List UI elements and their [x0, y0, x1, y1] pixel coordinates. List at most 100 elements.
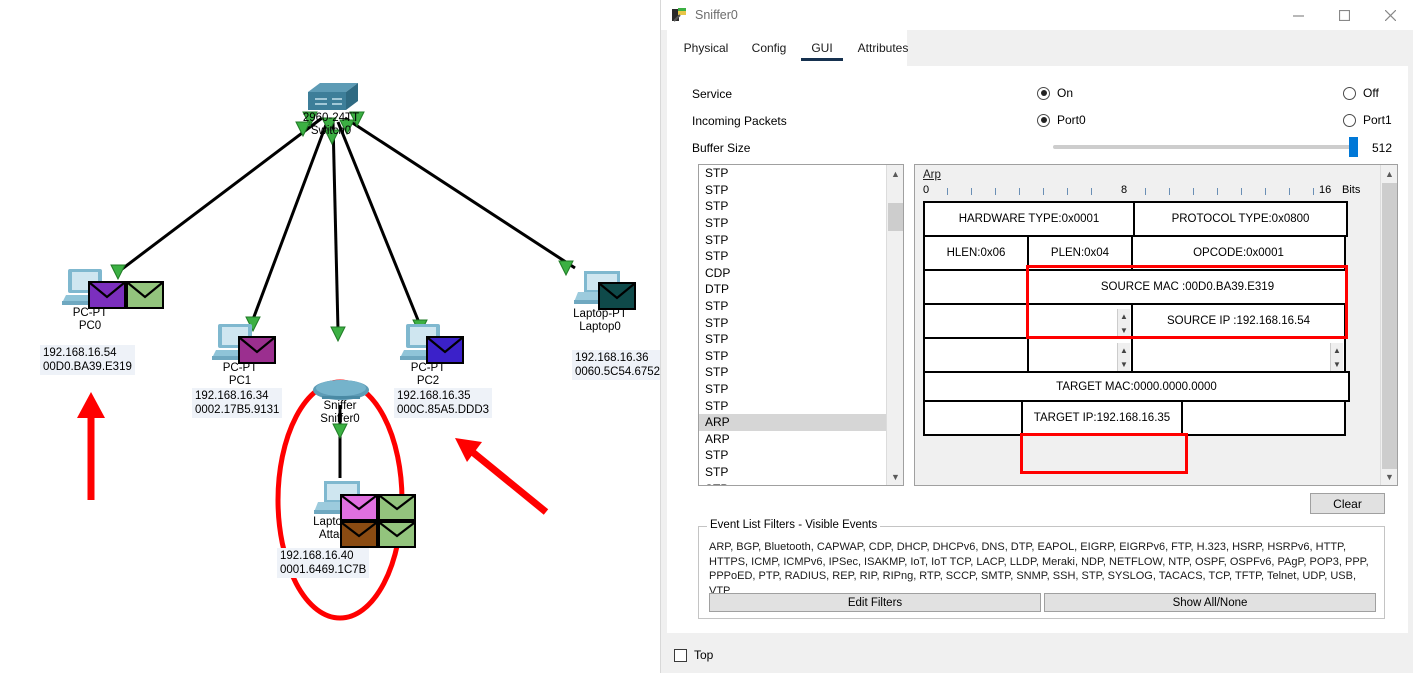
- device-attacker[interactable]: Laptop-PT Attacker: [312, 478, 416, 548]
- arp-cell-blank: ▲ ▼: [1131, 337, 1346, 373]
- device-type-label: PC-PT: [410, 362, 446, 374]
- device-type-label: PC-PT: [222, 362, 258, 374]
- packet-list-item[interactable]: STP: [699, 165, 903, 182]
- packet-list-item[interactable]: STP: [699, 480, 903, 485]
- port1-radio[interactable]: Port1: [1343, 113, 1392, 127]
- window-controls: [1275, 0, 1413, 30]
- arp-cell-protocol-type: PROTOCOL TYPE:0x0800: [1133, 201, 1348, 237]
- device-switch0[interactable]: 2960-24TT Switch0: [302, 80, 360, 137]
- tab-config[interactable]: Config: [741, 30, 797, 66]
- device-label-sniffer0: Sniffer Sniffer0: [320, 400, 359, 426]
- slider-thumb[interactable]: [1349, 137, 1358, 157]
- packet-list-item[interactable]: STP: [699, 464, 903, 481]
- annotation-arrow-pc0: [77, 392, 105, 500]
- packet-list-item[interactable]: DTP: [699, 281, 903, 298]
- packet-list-scrollbar[interactable]: ▲ ▼: [886, 165, 903, 485]
- maximize-button[interactable]: [1321, 0, 1367, 30]
- scrollbar-thumb[interactable]: [1382, 183, 1397, 469]
- packet-list-item[interactable]: CDP: [699, 265, 903, 282]
- port0-radio[interactable]: Port0: [1037, 113, 1086, 127]
- packet-list-item[interactable]: STP: [699, 381, 903, 398]
- gui-panel: Service On Off Incoming Packets Port0 Po…: [667, 66, 1408, 633]
- arp-cell-blank: [923, 269, 1029, 305]
- clear-button[interactable]: Clear: [1310, 493, 1385, 514]
- edit-filters-button[interactable]: Edit Filters: [709, 593, 1041, 612]
- device-name-label: PC0: [78, 320, 102, 332]
- spinner-control[interactable]: ▲ ▼: [1117, 309, 1130, 337]
- ruler-tick-16: 16: [1319, 184, 1332, 196]
- spinner-up-icon[interactable]: ▲: [1118, 309, 1130, 323]
- packet-list-item[interactable]: STP: [699, 348, 903, 365]
- window-titlebar[interactable]: Sniffer0: [661, 0, 1413, 30]
- device-sniffer0[interactable]: Sniffer Sniffer0: [312, 378, 369, 425]
- arp-cell-target-ip: TARGET IP:192.168.16.35: [1021, 400, 1183, 436]
- arp-row: TARGET MAC:0000.0000.0000: [923, 371, 1350, 402]
- packet-list-item[interactable]: STP: [699, 331, 903, 348]
- packet-detail-panel[interactable]: Arp 0 8 16 Bits HARDWARE TYPE:0x0001 PRO…: [914, 164, 1398, 486]
- arp-cell-blank: [923, 303, 1029, 339]
- device-ip: 192.168.16.54: [43, 347, 117, 359]
- packet-list-item[interactable]: STP: [699, 182, 903, 199]
- packet-list-item[interactable]: STP: [699, 364, 903, 381]
- radio-indicator: [1343, 86, 1356, 100]
- packet-list-item[interactable]: STP: [699, 231, 903, 248]
- service-off-radio[interactable]: Off: [1343, 86, 1379, 100]
- arp-row: ▲ ▼ ▲ ▼: [923, 337, 1348, 373]
- scroll-down-icon[interactable]: ▼: [1381, 468, 1397, 485]
- device-mac: 0002.17B5.9131: [195, 404, 280, 416]
- spinner-down-icon[interactable]: ▼: [1331, 357, 1343, 371]
- radio-indicator: [1343, 113, 1356, 127]
- screen: 2960-24TT Switch0 PC-PT PC0 192.168.16.5…: [0, 0, 1413, 673]
- device-ip: 192.168.16.35: [397, 390, 471, 402]
- window-title: Sniffer0: [695, 8, 738, 22]
- device-pc0[interactable]: PC-PT PC0: [62, 265, 164, 332]
- device-pc2[interactable]: PC-PT PC2: [400, 320, 464, 387]
- packet-list-item[interactable]: STP: [699, 314, 903, 331]
- arp-cell-blank: ▲ ▼: [1027, 337, 1133, 373]
- packet-list-item[interactable]: ARP: [699, 431, 903, 448]
- event-list-filters-group: Event List Filters - Visible Events ARP,…: [698, 519, 1385, 619]
- packet-detail-scrollbar[interactable]: ▲ ▼: [1380, 165, 1397, 485]
- device-ip: 192.168.16.34: [195, 390, 269, 402]
- device-laptop0[interactable]: Laptop-PT Laptop0: [572, 268, 636, 333]
- packet-list-item[interactable]: STP: [699, 447, 903, 464]
- packet-list-item[interactable]: STP: [699, 397, 903, 414]
- device-ip: 192.168.16.36: [575, 352, 649, 364]
- filters-legend: Event List Filters - Visible Events: [707, 519, 881, 531]
- arp-row: ▲ ▼ SOURCE IP :192.168.16.54: [923, 303, 1348, 339]
- network-topology-canvas[interactable]: 2960-24TT Switch0 PC-PT PC0 192.168.16.5…: [0, 0, 660, 673]
- tab-attributes[interactable]: Attributes: [847, 30, 919, 66]
- spinner-down-icon[interactable]: ▼: [1118, 323, 1130, 337]
- scroll-down-icon[interactable]: ▼: [887, 468, 903, 485]
- device-name-label: PC2: [416, 375, 440, 387]
- packet-list-item[interactable]: STP: [699, 298, 903, 315]
- scrollbar-thumb[interactable]: [888, 203, 903, 231]
- scroll-up-icon[interactable]: ▲: [1381, 165, 1397, 182]
- packet-list[interactable]: STP STP STP STP STP STP CDP DTP STP STP STP STP STP S…: [698, 164, 904, 486]
- arp-cell-plen: PLEN:0x04: [1027, 235, 1133, 271]
- packet-list-item[interactable]: ARP: [699, 413, 903, 431]
- scroll-up-icon[interactable]: ▲: [887, 165, 903, 182]
- info-box-laptop0: 192.168.16.36 0060.5C54.6752: [572, 350, 660, 380]
- buffer-size-value: 512: [1372, 141, 1393, 155]
- spinner-control[interactable]: ▲ ▼: [1330, 343, 1343, 371]
- top-checkbox[interactable]: Top: [674, 648, 713, 662]
- packet-list-item[interactable]: STP: [699, 198, 903, 215]
- spinner-up-icon[interactable]: ▲: [1118, 343, 1130, 357]
- packet-list-item[interactable]: STP: [699, 215, 903, 232]
- tab-physical[interactable]: Physical: [675, 30, 737, 66]
- device-pc1[interactable]: PC-PT PC1: [212, 320, 276, 387]
- tab-gui[interactable]: GUI: [801, 30, 843, 66]
- packet-list-item[interactable]: STP: [699, 248, 903, 265]
- show-all-none-button[interactable]: Show All/None: [1044, 593, 1376, 612]
- spinner-down-icon[interactable]: ▼: [1118, 357, 1130, 371]
- radio-indicator: [1037, 86, 1050, 100]
- spinner-control[interactable]: ▲ ▼: [1117, 343, 1130, 371]
- minimize-button[interactable]: [1275, 0, 1321, 30]
- arp-cell-blank: ▲ ▼: [1027, 303, 1133, 339]
- service-on-radio[interactable]: On: [1037, 86, 1073, 100]
- close-button[interactable]: [1367, 0, 1413, 30]
- highlight-target-ip: [1020, 433, 1188, 474]
- spinner-up-icon[interactable]: ▲: [1331, 343, 1343, 357]
- buffer-size-slider[interactable]: [1053, 136, 1366, 158]
